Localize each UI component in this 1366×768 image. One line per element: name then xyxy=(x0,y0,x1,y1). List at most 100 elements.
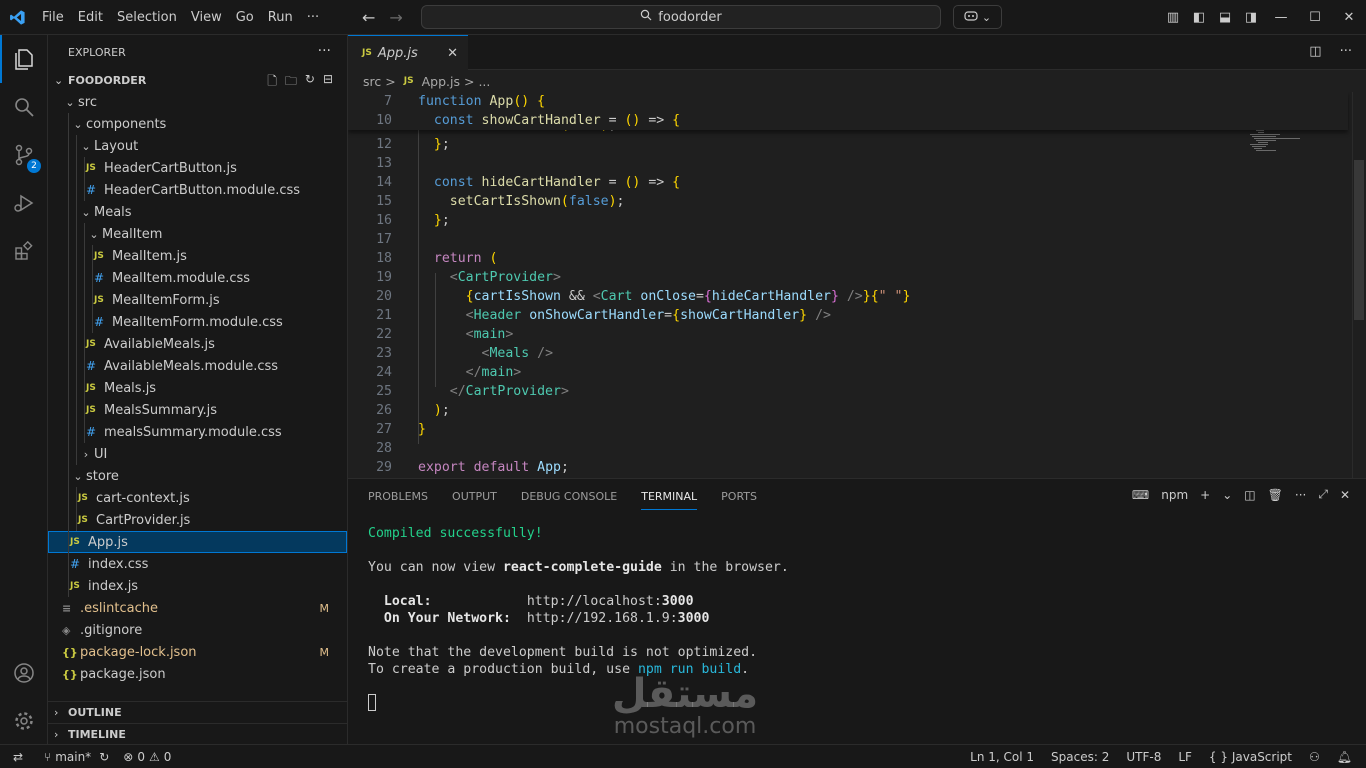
editor-scrollbar[interactable] xyxy=(1352,92,1366,478)
notifications-bell-icon[interactable]: 🔔︎ xyxy=(1337,750,1352,764)
copilot-status-icon[interactable]: ⚇ xyxy=(1309,750,1320,764)
menu-more[interactable]: ··· xyxy=(300,0,326,35)
code-line[interactable]: 14 const hideCartHandler = () => { xyxy=(348,173,1248,192)
file-item[interactable]: {} package-lock.json M xyxy=(48,641,347,663)
code-line[interactable]: 18 return ( xyxy=(348,249,1248,268)
tab-app-js[interactable]: JS App.js ✕ xyxy=(348,35,468,70)
toggle-secondary-sidebar-icon[interactable]: ◨ xyxy=(1238,10,1264,25)
file-item[interactable]: {} package.json xyxy=(48,663,347,685)
language-mode[interactable]: { } JavaScript xyxy=(1209,750,1292,764)
menu-view[interactable]: View xyxy=(184,0,229,35)
maximize-panel-icon[interactable]: ⤢ xyxy=(1318,487,1328,502)
sticky-scroll-header[interactable]: 7 function App() {10 const showCartHandle… xyxy=(348,92,1348,130)
extensions-icon[interactable] xyxy=(0,227,48,275)
file-item[interactable]: JS App.js xyxy=(48,531,347,553)
account-icon[interactable] xyxy=(0,649,48,697)
trash-icon[interactable]: 🗑 xyxy=(1268,488,1283,502)
panel-tab-ports[interactable]: PORTS xyxy=(721,490,757,503)
code-line[interactable]: 10 const showCartHandler = () => { xyxy=(348,111,1248,130)
toggle-panel-icon[interactable]: ⬓ xyxy=(1212,10,1238,25)
close-panel-icon[interactable]: ✕ xyxy=(1340,488,1350,502)
close-window-icon[interactable]: ✕ xyxy=(1332,10,1366,25)
back-arrow-icon[interactable]: ← xyxy=(362,8,375,27)
split-editor-icon[interactable]: ◫ xyxy=(1309,44,1321,59)
search-view-icon[interactable] xyxy=(0,83,48,131)
menu-selection[interactable]: Selection xyxy=(110,0,184,35)
terminal-output[interactable]: Compiled successfully! You can now view … xyxy=(368,525,789,678)
file-item[interactable]: ≡ .eslintcache M xyxy=(48,597,347,619)
code-line[interactable]: 17 xyxy=(348,230,1248,249)
close-tab-icon[interactable]: ✕ xyxy=(447,46,458,61)
code-line[interactable]: 20 {cartIsShown && <Cart onClose={hideCa… xyxy=(348,287,1248,306)
panel-tab-output[interactable]: OUTPUT xyxy=(452,490,497,503)
editor-more-actions[interactable]: ··· xyxy=(1340,44,1352,59)
maximize-icon[interactable]: ☐ xyxy=(1298,10,1332,25)
code-line[interactable]: 29 export default App; xyxy=(348,458,1248,477)
code-line[interactable]: 27} xyxy=(348,420,1248,439)
forward-arrow-icon[interactable]: → xyxy=(389,8,402,27)
copilot-button[interactable]: ⌄ xyxy=(953,5,1002,29)
folder-item[interactable]: ⌄ store xyxy=(48,465,347,487)
file-item[interactable]: JS HeaderCartButton.js xyxy=(48,157,347,179)
customize-layout-icon[interactable]: ▥ xyxy=(1160,10,1186,25)
terminal-name[interactable]: npm xyxy=(1161,488,1188,502)
collapse-all-icon[interactable]: ⊟ xyxy=(323,72,333,93)
folder-item[interactable]: ⌄ src xyxy=(48,91,347,113)
code-line[interactable]: 7 function App() { xyxy=(348,92,1248,111)
terminal-network-url[interactable]: http://192.168.1.9: xyxy=(527,611,678,626)
folder-item[interactable]: ⌄ components xyxy=(48,113,347,135)
folder-item[interactable]: › UI xyxy=(48,443,347,465)
code-line[interactable]: 15 setCartIsShown(false); xyxy=(348,192,1248,211)
code-line[interactable]: 19 <CartProvider> xyxy=(348,268,1248,287)
file-item[interactable]: JS AvailableMeals.js xyxy=(48,333,347,355)
timeline-section[interactable]: › TIMELINE xyxy=(48,723,347,745)
menu-file[interactable]: File xyxy=(35,0,71,35)
split-terminal-icon[interactable]: ◫ xyxy=(1244,488,1255,502)
run-debug-icon[interactable] xyxy=(0,179,48,227)
explorer-icon[interactable] xyxy=(0,35,48,83)
code-line[interactable]: 16 }; xyxy=(348,211,1248,230)
file-item[interactable]: JS cart-context.js xyxy=(48,487,347,509)
minimize-icon[interactable]: — xyxy=(1264,10,1298,25)
folder-item[interactable]: ⌄ MealItem xyxy=(48,223,347,245)
new-file-icon[interactable]: 🗋 xyxy=(267,72,277,93)
file-item[interactable]: JS CartProvider.js xyxy=(48,509,347,531)
menu-edit[interactable]: Edit xyxy=(71,0,110,35)
menu-go[interactable]: Go xyxy=(229,0,261,35)
code-line[interactable]: 25 </CartProvider> xyxy=(348,382,1248,401)
settings-gear-icon[interactable] xyxy=(0,697,48,745)
new-terminal-icon[interactable]: + xyxy=(1200,488,1210,502)
file-item[interactable]: JS MealItem.js xyxy=(48,245,347,267)
panel-tab-terminal[interactable]: TERMINAL xyxy=(641,490,698,510)
indentation[interactable]: Spaces: 2 xyxy=(1051,750,1109,764)
code-line[interactable]: 21 <Header onShowCartHandler={showCartHa… xyxy=(348,306,1248,325)
file-item[interactable]: JS Meals.js xyxy=(48,377,347,399)
file-item[interactable]: JS MealsSummary.js xyxy=(48,399,347,421)
encoding[interactable]: UTF-8 xyxy=(1126,750,1161,764)
file-item[interactable]: JS MealItemForm.js xyxy=(48,289,347,311)
panel-tab-debug-console[interactable]: DEBUG CONSOLE xyxy=(521,490,617,503)
terminal-local-url[interactable]: http://localhost: xyxy=(527,594,662,609)
panel-more-actions[interactable]: ··· xyxy=(1295,488,1306,502)
file-item[interactable]: ◈ .gitignore xyxy=(48,619,347,641)
code-line[interactable]: 13 xyxy=(348,154,1248,173)
code-line[interactable]: 28 xyxy=(348,439,1248,458)
breadcrumb-file[interactable]: App.js xyxy=(422,74,460,89)
file-item[interactable]: # MealItem.module.css xyxy=(48,267,347,289)
code-line[interactable]: 12 }; xyxy=(348,135,1248,154)
file-item[interactable]: JS index.js xyxy=(48,575,347,597)
chevron-down-icon[interactable]: ⌄ xyxy=(1222,488,1232,502)
workspace-header[interactable]: ⌄ FOODORDER 🗋 🗀 ↻ ⊟ xyxy=(48,69,347,91)
new-folder-icon[interactable]: 🗀 xyxy=(285,72,297,93)
breadcrumb-src[interactable]: src xyxy=(363,74,381,89)
branch-status[interactable]: ⑂ main* ↻ xyxy=(44,750,109,764)
file-item[interactable]: # MealItemForm.module.css xyxy=(48,311,347,333)
panel-tab-problems[interactable]: PROBLEMS xyxy=(368,490,428,503)
problems-status[interactable]: ⊗ 0 ⚠ 0 xyxy=(123,750,171,764)
remote-indicator-icon[interactable]: ⇄ xyxy=(0,750,36,764)
editor-scroll-thumb[interactable] xyxy=(1354,160,1364,320)
file-item[interactable]: # HeaderCartButton.module.css xyxy=(48,179,347,201)
end-of-line[interactable]: LF xyxy=(1178,750,1192,764)
folder-item[interactable]: ⌄ Meals xyxy=(48,201,347,223)
code-editor[interactable]: 11 setCartIsShown(true);12 };1314 const … xyxy=(348,92,1366,478)
